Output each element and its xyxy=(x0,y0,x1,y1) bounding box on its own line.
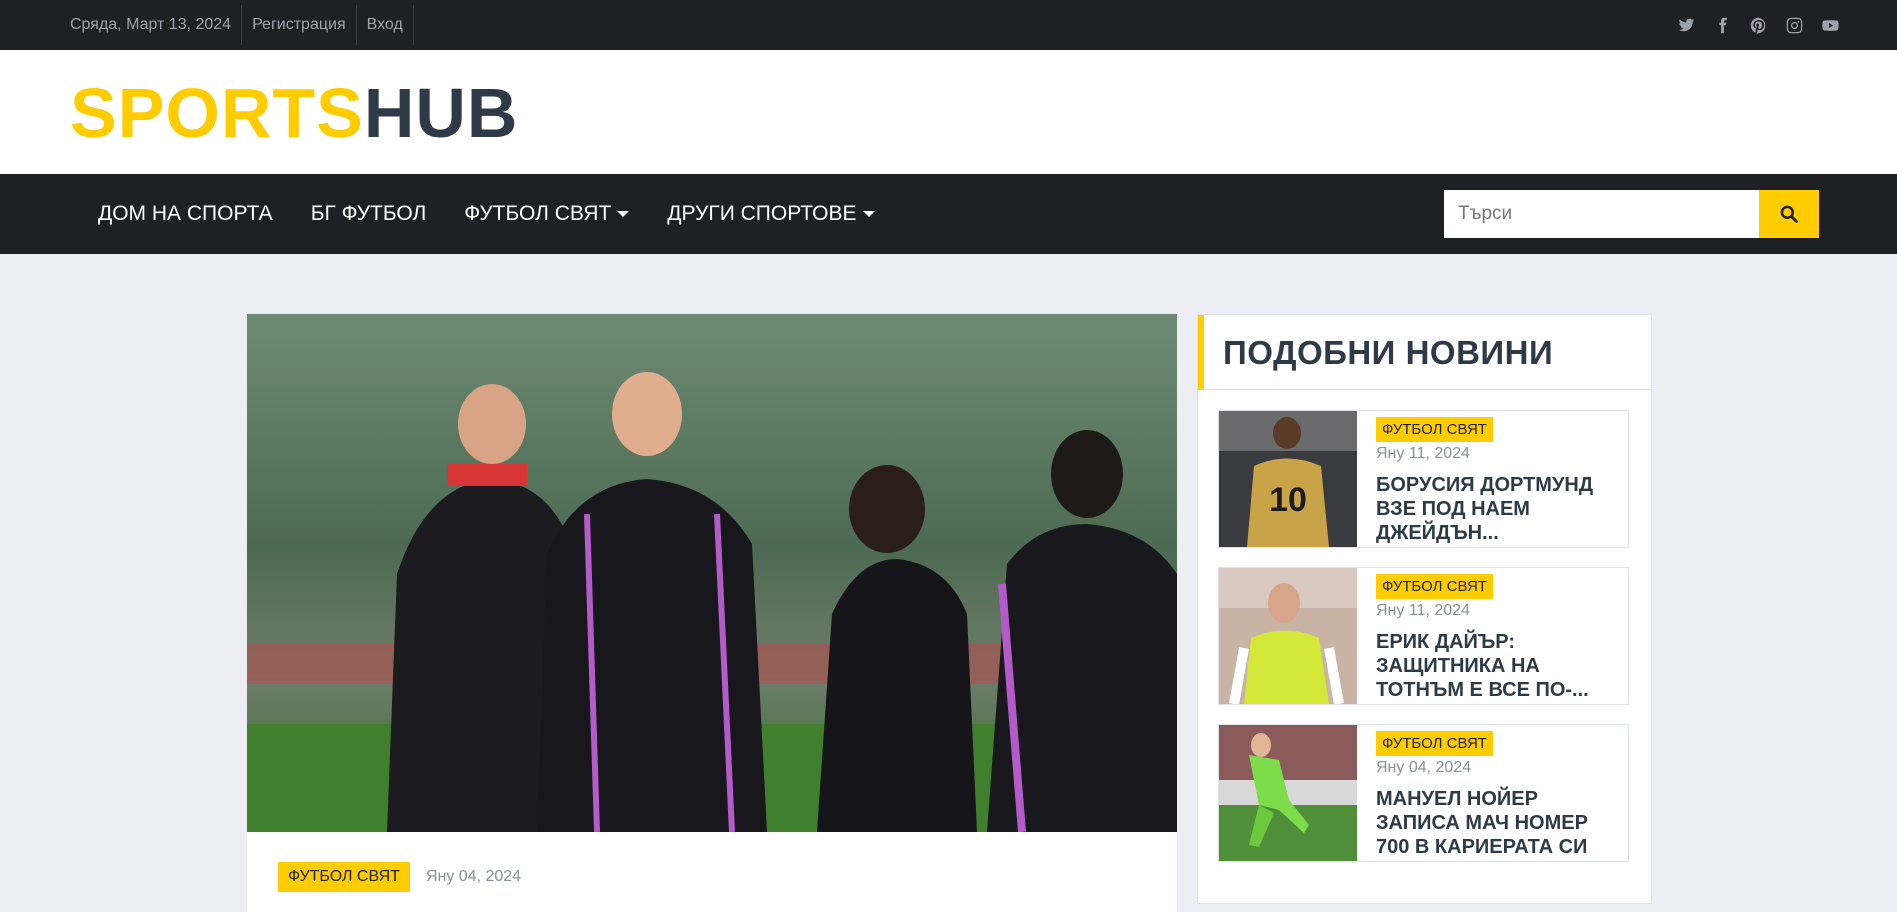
top-links: Сряда, Март 13, 2024 Регистрация Вход xyxy=(60,0,414,50)
nav-item-label: БГ ФУТБОЛ xyxy=(310,202,427,225)
pinterest-icon[interactable] xyxy=(1749,16,1767,34)
featured-article-image[interactable] xyxy=(247,314,1177,832)
search-button[interactable] xyxy=(1759,190,1819,238)
youtube-icon[interactable] xyxy=(1821,16,1839,34)
twitter-icon[interactable] xyxy=(1677,16,1695,34)
logo-part-hub: HUB xyxy=(363,74,519,152)
news-item[interactable]: 10 ФУТБОЛ СВЯТ Яну 11, 2024 БОРУСИЯ ДОРТ… xyxy=(1218,410,1629,548)
top-bar: Сряда, Март 13, 2024 Регистрация Вход xyxy=(0,0,1897,50)
category-badge[interactable]: ФУТБОЛ СВЯТ xyxy=(278,862,410,892)
nav-item-label: ДРУГИ СПОРТОВЕ xyxy=(667,202,857,225)
nav-item-other-sports[interactable]: ДРУГИ СПОРТОВЕ xyxy=(667,202,875,226)
sidebar-title: ПОДОБНИ НОВИНИ xyxy=(1223,334,1554,371)
news-date: Яну 11, 2024 xyxy=(1376,602,1470,619)
header: SPORTSHUB xyxy=(0,50,1897,174)
category-badge[interactable]: ФУТБОЛ СВЯТ xyxy=(1376,417,1493,442)
search-box xyxy=(1444,190,1819,238)
facebook-icon[interactable] xyxy=(1713,16,1731,34)
site-logo[interactable]: SPORTSHUB xyxy=(70,78,518,148)
featured-article-meta: ФУТБОЛ СВЯТ Яну 04, 2024 xyxy=(278,862,521,892)
caret-down-icon xyxy=(617,211,630,217)
search-input[interactable] xyxy=(1444,190,1759,238)
login-link[interactable]: Вход xyxy=(357,5,414,45)
news-thumbnail[interactable]: 10 xyxy=(1219,411,1357,547)
social-links xyxy=(1677,0,1839,50)
news-title[interactable]: МАНУЕЛ НОЙЕР ЗАПИСА МАЧ НОМЕР 700 В КАРИ… xyxy=(1376,787,1616,859)
news-item[interactable]: ФУТБОЛ СВЯТ Яну 04, 2024 МАНУЕЛ НОЙЕР ЗА… xyxy=(1218,724,1629,862)
sidebar-header: ПОДОБНИ НОВИНИ xyxy=(1198,315,1651,390)
caret-down-icon xyxy=(862,211,875,217)
category-badge[interactable]: ФУТБОЛ СВЯТ xyxy=(1376,574,1493,599)
main-nav: ДОМ НА СПОРТА БГ ФУТБОЛ ФУТБОЛ СВЯТ ДРУГ… xyxy=(0,174,1897,254)
search-icon xyxy=(1780,205,1798,223)
nav-item-label: ФУТБОЛ СВЯТ xyxy=(464,202,612,225)
news-title[interactable]: ЕРИК ДАЙЪР: ЗАЩИТНИКА НА ТОТНЪМ Е ВСЕ ПО… xyxy=(1376,630,1616,702)
nav-item-world-football[interactable]: ФУТБОЛ СВЯТ xyxy=(464,202,630,226)
news-title[interactable]: БОРУСИЯ ДОРТМУНД ВЗЕ ПОД НАЕМ ДЖЕЙДЪН... xyxy=(1376,473,1616,545)
nav-item-home[interactable]: ДОМ НА СПОРТА xyxy=(98,202,273,226)
news-thumbnail[interactable] xyxy=(1219,568,1357,704)
category-badge[interactable]: ФУТБОЛ СВЯТ xyxy=(1376,731,1493,756)
article-date: Яну 04, 2024 xyxy=(425,868,522,885)
logo-part-sports: SPORTS xyxy=(70,74,364,152)
nav-item-label: ДОМ НА СПОРТА xyxy=(98,202,273,225)
register-link[interactable]: Регистрация xyxy=(242,5,357,45)
related-news-sidebar: ПОДОБНИ НОВИНИ 10 ФУТБОЛ СВЯТ Яну 11, 20… xyxy=(1197,314,1652,904)
news-thumbnail[interactable] xyxy=(1219,725,1357,861)
instagram-icon[interactable] xyxy=(1785,16,1803,34)
featured-article[interactable]: ФУТБОЛ СВЯТ Яну 04, 2024 xyxy=(247,314,1177,912)
news-item[interactable]: ФУТБОЛ СВЯТ Яну 11, 2024 ЕРИК ДАЙЪР: ЗАЩ… xyxy=(1218,567,1629,705)
nav-item-bg-football[interactable]: БГ ФУТБОЛ xyxy=(311,202,427,226)
svg-text:10: 10 xyxy=(1269,481,1307,519)
current-date: Сряда, Март 13, 2024 xyxy=(60,5,243,45)
news-date: Яну 11, 2024 xyxy=(1376,445,1470,462)
news-date: Яну 04, 2024 xyxy=(1376,759,1472,776)
